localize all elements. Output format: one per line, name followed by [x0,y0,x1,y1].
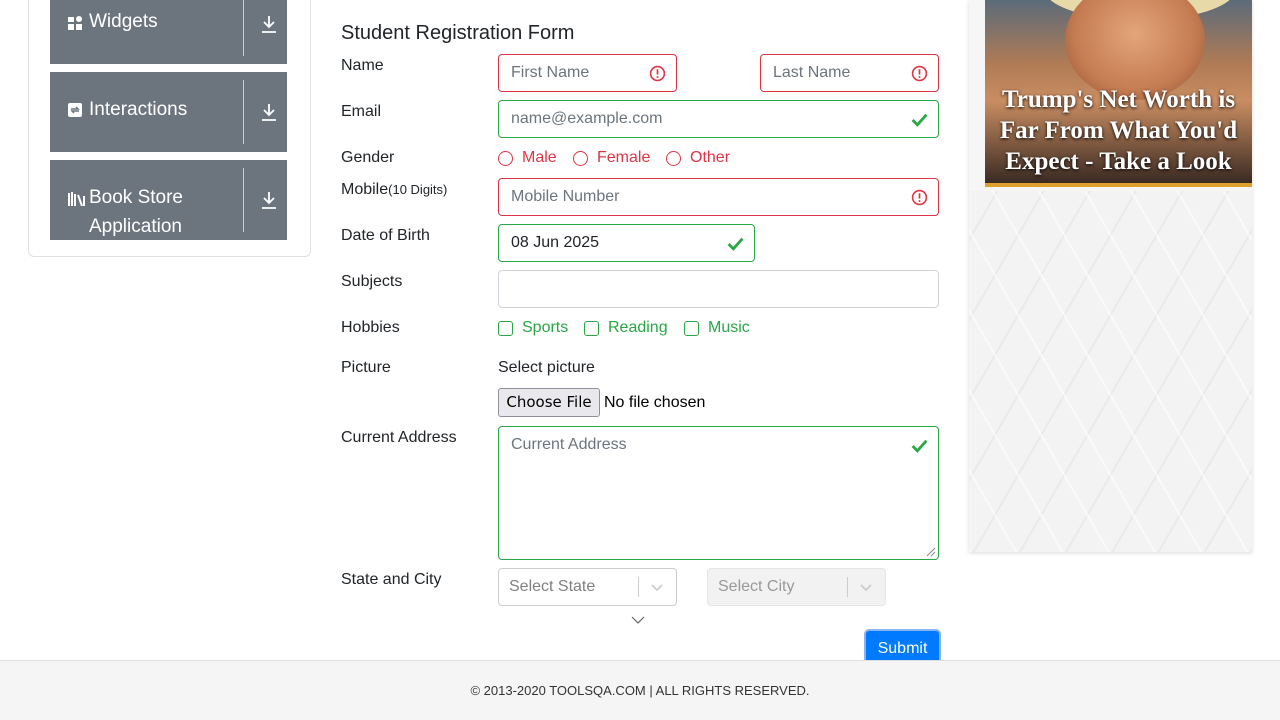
interactions-icon [68,103,82,117]
state-select[interactable]: Select State [498,568,677,606]
gender-radio-male[interactable]: Male [498,149,557,167]
ad-headline[interactable]: Trump's Net Worth is Far From What You'd… [985,84,1252,177]
divider [243,80,244,144]
gender-radio-other[interactable]: Other [666,149,730,167]
subjects-label: Subjects [341,273,403,290]
dob-input[interactable]: 08 Jun 2025 [498,224,755,262]
check-icon [727,237,744,251]
hobby-checkbox-sports[interactable]: Sports [498,319,568,337]
name-label: Name [341,57,384,74]
gender-label: Gender [341,149,395,166]
radio-label: Female [597,149,651,166]
footer: © 2013-2020 TOOLSQA.COM | ALL RIGHTS RES… [0,660,1280,720]
scroll-down-icon[interactable] [631,614,645,626]
form-title: Student Registration Form [341,22,575,44]
sidebar-group-widgets[interactable]: Widgets [50,0,287,64]
sidebar-group-book-store[interactable]: Book Store Application [50,160,287,240]
checkbox-label: Reading [608,319,668,336]
check-icon [911,113,928,127]
address-label: Current Address [341,429,457,446]
address-placeholder: Current Address [511,436,627,453]
mobile-placeholder: Mobile Number [511,188,620,205]
state-city-label: State and City [341,571,442,588]
hobby-checkbox-music[interactable]: Music [684,319,750,337]
mobile-label: Mobile(10 Digits) [341,181,447,199]
last-name-input[interactable]: Last Name [760,54,939,92]
sidebar-group-label: Widgets [89,11,158,32]
divider [243,168,244,232]
checkbox-box[interactable] [684,320,699,336]
first-name-placeholder: First Name [511,64,590,81]
checkbox-label: Sports [522,319,569,336]
radio-circle[interactable] [573,150,588,166]
choose-file-button[interactable]: Choose File [498,388,600,417]
subjects-input[interactable] [498,270,939,308]
sidebar-group-interactions[interactable]: Interactions [50,72,287,152]
radio-label: Other [690,149,731,166]
radio-circle[interactable] [666,150,681,166]
radio-circle[interactable] [498,150,513,166]
sidebar-group-label: Book Store Application [89,187,183,237]
email-label: Email [341,103,382,120]
dob-value: 08 Jun 2025 [511,234,600,251]
footer-text: © 2013-2020 TOOLSQA.COM | ALL RIGHTS RES… [470,683,810,698]
sidebar-group-label: Interactions [89,99,188,120]
ad-background-pattern [969,191,1252,552]
gender-radio-female[interactable]: Female [573,149,650,167]
download-icon[interactable] [257,100,281,124]
city-select[interactable]: Select City [707,568,886,606]
radio-label: Male [522,149,557,166]
chevron-down-icon[interactable] [858,579,874,595]
email-input[interactable]: name@example.com [498,100,939,138]
error-icon [649,65,666,82]
picture-label: Picture [341,359,391,376]
widgets-icon [68,16,82,30]
error-icon [911,65,928,82]
download-icon[interactable] [257,12,281,36]
hobbies-label: Hobbies [341,319,400,336]
chevron-down-icon[interactable] [649,579,665,595]
dob-label: Date of Birth [341,227,430,244]
check-icon [911,439,928,453]
checkbox-box[interactable] [584,320,599,336]
mobile-hint: (10 Digits) [388,182,448,197]
select-separator [847,577,848,597]
resize-grip-icon[interactable] [926,547,936,557]
hobby-checkbox-reading[interactable]: Reading [584,319,668,337]
last-name-placeholder: Last Name [773,64,851,81]
mobile-label-text: Mobile [341,181,389,198]
select-picture-label: Select picture [498,359,595,376]
file-status: No file chosen [604,394,706,411]
select-separator [638,577,639,597]
state-placeholder: Select State [509,578,596,595]
email-placeholder: name@example.com [511,110,663,127]
mobile-input[interactable]: Mobile Number [498,178,939,216]
book-store-icon [68,192,85,206]
error-icon [911,189,928,206]
divider [243,0,244,56]
current-address-textarea[interactable]: Current Address [498,426,939,560]
city-placeholder: Select City [718,578,795,595]
advertisement[interactable]: Trump's Net Worth is Far From What You'd… [969,0,1252,552]
checkbox-label: Music [708,319,750,336]
download-icon[interactable] [257,188,281,212]
first-name-input[interactable]: First Name [498,54,677,92]
checkbox-box[interactable] [498,320,513,336]
